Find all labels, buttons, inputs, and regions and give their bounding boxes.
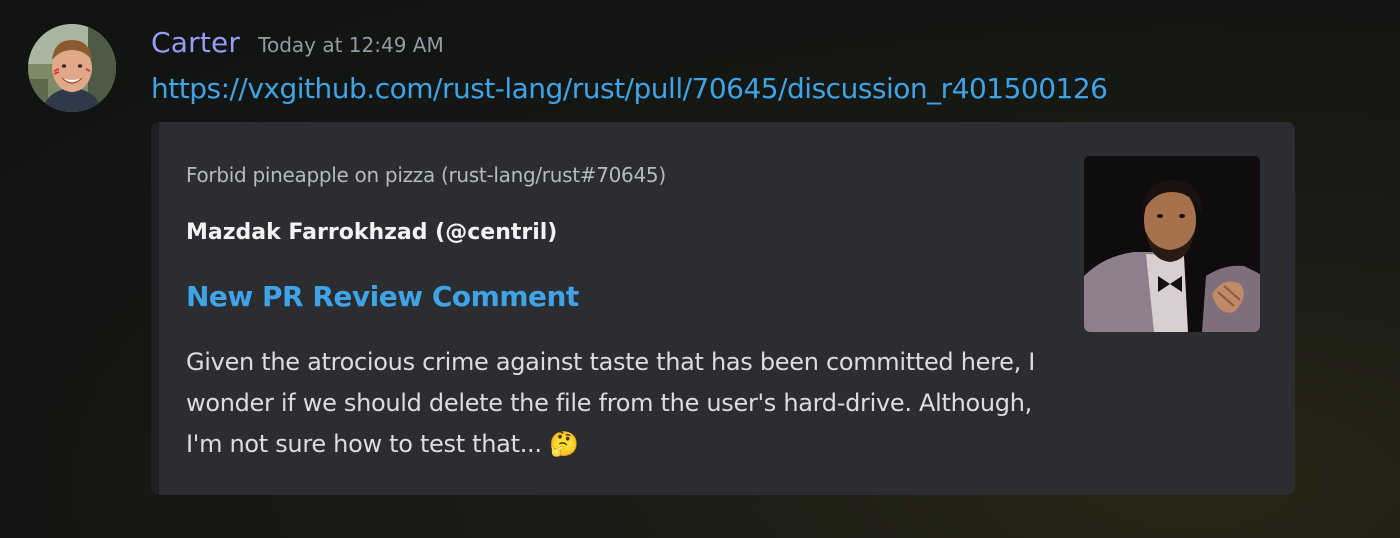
- embed-provider: Forbid pineapple on pizza (rust-lang/rus…: [186, 163, 666, 187]
- user-avatar[interactable]: [28, 24, 116, 112]
- chat-message: Carter Today at 12:49 AM https://vxgithu…: [0, 0, 1400, 538]
- thumbnail-photo: [1084, 156, 1260, 332]
- embed-title[interactable]: New PR Review Comment: [186, 280, 579, 313]
- message-timestamp[interactable]: Today at 12:49 AM: [258, 33, 444, 57]
- link-embed: Forbid pineapple on pizza (rust-lang/rus…: [151, 122, 1295, 495]
- embed-author[interactable]: Mazdak Farrokhzad (@centril): [186, 220, 557, 245]
- author-username[interactable]: Carter: [151, 26, 240, 59]
- embed-description: Given the atrocious crime against taste …: [186, 348, 1036, 458]
- message-header: Carter Today at 12:49 AM: [151, 26, 444, 66]
- message-link[interactable]: https://vxgithub.com/rust-lang/rust/pull…: [151, 72, 1108, 105]
- embed-thumbnail[interactable]: [1084, 156, 1260, 332]
- avatar-photo: [28, 24, 116, 112]
